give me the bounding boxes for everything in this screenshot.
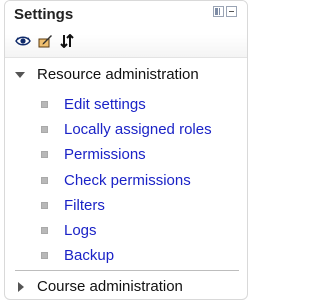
bullet-icon — [41, 227, 48, 235]
filters-link[interactable]: Filters — [64, 197, 105, 214]
list-item: Permissions — [41, 142, 212, 167]
bullet-icon — [41, 126, 48, 134]
bullet-icon — [41, 176, 48, 184]
list-item: Edit settings — [41, 92, 212, 117]
dock-icon[interactable] — [213, 6, 224, 17]
eye-icon[interactable] — [15, 34, 31, 48]
list-item: Filters — [41, 193, 212, 218]
bullet-icon — [41, 101, 48, 109]
locally-assigned-roles-link[interactable]: Locally assigned roles — [64, 121, 212, 138]
course-admin-label: Course administration — [37, 278, 183, 295]
course-admin-toggle[interactable]: Course administration — [15, 278, 183, 295]
block-header: Settings — [5, 1, 247, 58]
section-divider — [15, 270, 239, 271]
collapse-minus-icon[interactable] — [226, 6, 237, 17]
block-toolbar — [15, 34, 75, 48]
header-controls — [213, 6, 237, 17]
bullet-icon — [41, 201, 48, 209]
logs-link[interactable]: Logs — [64, 222, 97, 239]
list-item: Check permissions — [41, 168, 212, 193]
resource-admin-label: Resource administration — [37, 66, 199, 83]
block-title: Settings — [14, 6, 74, 23]
list-item: Logs — [41, 218, 212, 243]
permissions-link[interactable]: Permissions — [64, 146, 146, 163]
expanded-triangle-icon — [15, 71, 25, 78]
bullet-icon — [41, 252, 48, 260]
backup-link[interactable]: Backup — [64, 247, 114, 264]
settings-block: Settings Resource administration Edit se… — [4, 0, 248, 300]
list-item: Locally assigned roles — [41, 117, 212, 142]
check-permissions-link[interactable]: Check permissions — [64, 172, 191, 189]
collapsed-triangle-icon — [18, 281, 24, 292]
edit-icon[interactable] — [37, 34, 53, 48]
list-item: Backup — [41, 243, 212, 268]
move-icon[interactable] — [59, 34, 75, 48]
resource-admin-items: Edit settings Locally assigned roles Per… — [41, 92, 212, 268]
bullet-icon — [41, 151, 48, 159]
edit-settings-link[interactable]: Edit settings — [64, 96, 146, 113]
resource-admin-toggle[interactable]: Resource administration — [15, 66, 199, 83]
